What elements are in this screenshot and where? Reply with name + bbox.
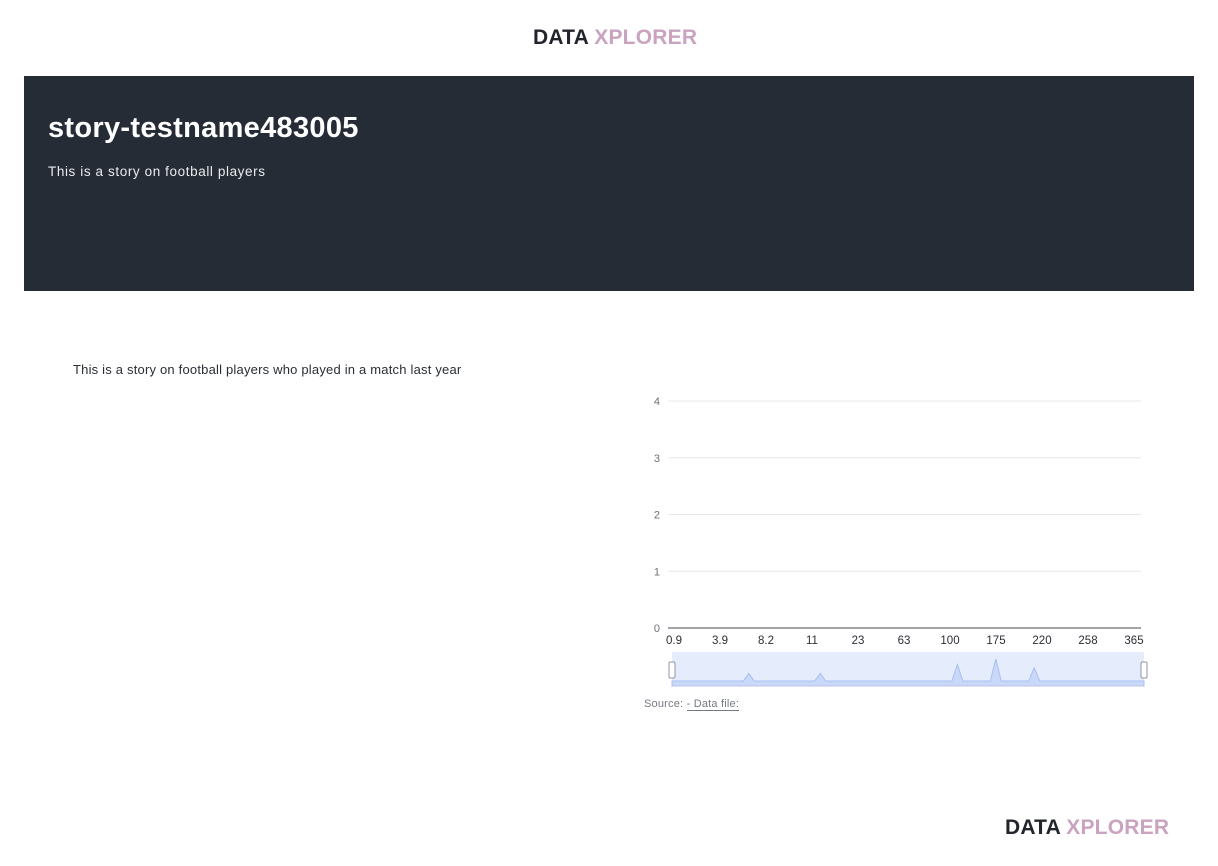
x-tick-label: 100 [940,635,959,647]
story-hero-banner: story-testname483005 This is a story on … [24,76,1194,291]
x-tick-label: 0.9 [666,635,682,647]
x-tick-label: 258 [1078,635,1097,647]
data-file-link[interactable]: - Data file: [686,698,740,711]
footer-logo-text-xplorer: XPLORER [1066,816,1170,839]
zoom-handle-right[interactable] [1140,661,1148,679]
story-subtitle: This is a story on football players [48,164,266,179]
zoom-handle-left[interactable] [668,661,676,679]
x-tick-label: 175 [986,635,1005,647]
y-tick-label: 1 [654,566,660,578]
x-tick-label: 11 [806,635,818,647]
source-label: Source: [644,698,684,710]
x-tick-label: 220 [1032,635,1051,647]
logo-text-data: DATA [533,26,595,49]
x-tick-label: 8.2 [758,635,774,647]
y-tick-label: 3 [654,453,660,465]
footer-logo[interactable]: DATA XPLORER [1005,816,1169,840]
x-tick-label: 63 [898,635,911,647]
footer-logo-text-data: DATA [1005,816,1067,839]
story-title: story-testname483005 [48,112,359,144]
x-tick-label: 23 [852,635,865,647]
y-tick-label: 4 [654,396,660,408]
x-tick-label: 3.9 [712,635,728,647]
x-tick-label: 365 [1124,635,1143,647]
chart-svg: 012340.9 3.9 8.2 11 23 63 100 175 220 258 365 [654,396,1148,687]
page: DATA XPLORER story-testname483005 This i… [0,0,1218,866]
story-body-text: This is a story on football players who … [73,362,462,377]
logo-text-xplorer: XPLORER [594,26,698,49]
y-tick-label: 2 [654,510,660,522]
header-logo[interactable]: DATA XPLORER [533,26,697,50]
y-tick-label: 0 [654,623,660,635]
chart-source: Source: - Data file: [644,698,740,711]
line-chart: 0 1 2 3 4 0.9 3.9 8.2 11 23 63 100 175 220 258 365 [644,390,1154,690]
